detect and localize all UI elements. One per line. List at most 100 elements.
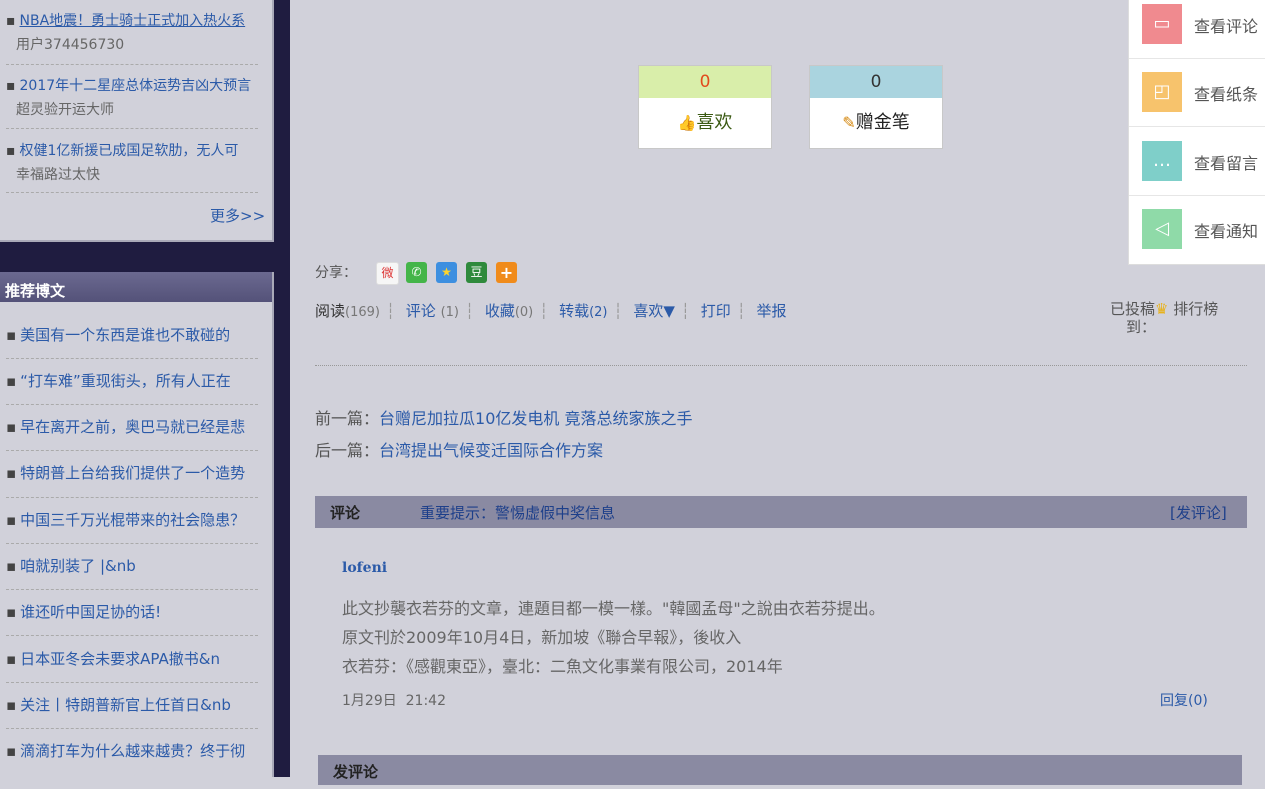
recommended-item[interactable]: ▪ 美国有一个东西是谁也不敢碰的 <box>6 324 260 345</box>
comment-section-title: 评论 <box>330 504 361 522</box>
news-title[interactable]: 2017年十二星座总体运势吉凶大预言 <box>20 78 252 94</box>
recommended-item-title[interactable]: 美国有一个东西是谁也不敢碰的 <box>20 326 230 344</box>
thumbs-up-icon: 👍 <box>677 114 697 132</box>
view-notifications-button[interactable]: ◁ 查看通知 <box>1142 209 1265 249</box>
like-vote-box[interactable]: 0 👍喜欢 <box>638 65 772 149</box>
recommended-item-title[interactable]: 谁还听中国足协的话! <box>20 603 161 621</box>
note-icon: ◰ <box>1142 72 1182 112</box>
news-item[interactable]: ▪ 权健1亿新援已成国足软肋，无人可 幸福路过太快 <box>6 140 262 184</box>
news-title[interactable]: 权健1亿新援已成国足软肋，无人可 <box>20 143 239 159</box>
prev-next-nav: 前一篇：台赠尼加拉瓜10亿发电机 竟落总统家族之手 后一篇：台湾提出气候变迁国际… <box>315 403 692 467</box>
left-sidebar: ▪ NBA地震！勇士骑士正式加入热火系 用户374456730 ▪ 2017年十二星… <box>0 0 290 777</box>
wechat-icon[interactable]: ✆ <box>406 262 427 283</box>
divider <box>1129 58 1265 59</box>
view-messages-label: 查看留言 <box>1194 154 1259 173</box>
comment-item: lofeni 此文抄襲衣若芬的文章，連題目都一模一樣。"韓國孟母"之說由衣若芬提… <box>342 560 1222 681</box>
share-label: 分享： <box>315 265 357 281</box>
like-dropdown[interactable]: 喜欢▼ <box>633 300 675 321</box>
favorite-link[interactable]: 收藏(0) <box>485 300 533 321</box>
divider <box>6 358 258 359</box>
divider <box>6 728 258 729</box>
news-title[interactable]: NBA地震！勇士骑士正式加入热火系 <box>20 13 246 29</box>
like-count: 0 <box>639 66 771 98</box>
pen-label: 赠金笔 <box>855 112 910 133</box>
recommended-item-title[interactable]: 咱就别装了 |&nb <box>20 557 136 575</box>
next-article-link[interactable]: 台湾提出气候变迁国际合作方案 <box>379 441 603 460</box>
rank-prefix: 已投稿 <box>1110 300 1156 318</box>
view-notes-button[interactable]: ◰ 查看纸条 <box>1142 72 1265 112</box>
divider <box>1129 126 1265 127</box>
news-box: ▪ NBA地震！勇士骑士正式加入热火系 用户374456730 ▪ 2017年十二星… <box>0 0 274 242</box>
rank-suffix[interactable]: 排行榜 <box>1173 300 1218 318</box>
douban-icon[interactable]: 豆 <box>466 262 487 283</box>
notice-link[interactable]: 重要提示：警惕虚假中奖信息 <box>420 496 615 530</box>
like-label: 喜欢 <box>696 112 733 133</box>
pen-count: 0 <box>810 66 942 98</box>
divider <box>6 192 258 193</box>
view-notifications-label: 查看通知 <box>1194 222 1259 241</box>
repost-link[interactable]: 转载(2) <box>559 300 607 321</box>
comment-author[interactable]: lofeni <box>342 560 1222 576</box>
gift-pen-button[interactable]: ✎赠金笔 <box>810 98 942 148</box>
recommended-heading: 推荐博文 <box>0 272 272 302</box>
recommended-item-title[interactable]: 滴滴打车为什么越来越贵？终于彻 <box>20 742 245 760</box>
print-link[interactable]: 打印 <box>701 300 731 321</box>
rank-to: 到： <box>1126 318 1157 336</box>
notification-icon: ◁ <box>1142 209 1182 249</box>
recommended-item[interactable]: ▪ 关注丨特朗普新官上任首日&nb <box>6 694 260 715</box>
recommended-item[interactable]: ▪ 特朗普上台给我们提供了一个造势 <box>6 462 260 483</box>
recommended-item-title[interactable]: 日本亚冬会未要求APA撤书&n <box>20 650 220 668</box>
divider <box>6 64 258 65</box>
recommended-item-title[interactable]: 关注丨特朗普新官上任首日&nb <box>20 696 231 714</box>
view-messages-button[interactable]: … 查看留言 <box>1142 141 1265 181</box>
recommended-item[interactable]: ▪ 咱就别装了 |&nb <box>6 555 260 576</box>
more-share-icon[interactable]: + <box>496 262 517 283</box>
next-label: 后一篇： <box>315 441 380 460</box>
prev-article-link[interactable]: 台赠尼加拉瓜10亿发电机 竟落总统家族之手 <box>379 409 692 428</box>
news-user[interactable]: 用户374456730 <box>6 34 262 54</box>
like-button[interactable]: 👍喜欢 <box>639 98 771 148</box>
recommended-item[interactable]: ▪ “打车难”重现街头，所有人正在 <box>6 370 260 391</box>
divider <box>6 450 258 451</box>
divider <box>315 365 1247 366</box>
crown-icon: ♛ <box>1155 300 1169 318</box>
article-toolbar: 阅读(169) ┆ 评论 (1) ┆ 收藏(0) ┆ 转载(2) ┆ 喜欢▼ ┆ 打印 ┆ … <box>315 300 787 321</box>
prev-label: 前一篇： <box>315 409 380 428</box>
recommended-item-title[interactable]: 早在离开之前，奥巴马就已经是悲 <box>20 418 245 436</box>
recommended-item-title[interactable]: 中国三千万光棍带来的社会隐患？ <box>20 511 245 529</box>
recommended-item[interactable]: ▪ 滴滴打车为什么越来越贵？终于彻 <box>6 740 260 761</box>
recommended-box: 推荐博文 ▪ 美国有一个东西是谁也不敢碰的 ▪ “打车难”重现街头，所有人正在 ▪ 早… <box>0 272 274 777</box>
news-item[interactable]: ▪ 2017年十二星座总体运势吉凶大预言 超灵验开运大师 <box>6 75 262 119</box>
pen-icon: ✎ <box>842 113 856 132</box>
recommended-item-title[interactable]: “打车难”重现街头，所有人正在 <box>20 372 231 390</box>
view-comments-label: 查看评论 <box>1194 17 1259 36</box>
recommended-item[interactable]: ▪ 早在离开之前，奥巴马就已经是悲 <box>6 416 260 437</box>
pen-vote-box[interactable]: 0 ✎赠金笔 <box>809 65 943 149</box>
qzone-icon[interactable]: ★ <box>436 262 457 283</box>
ranking-link[interactable]: 已投稿♛ 排行榜 到： <box>1110 300 1240 336</box>
comment-text-line: 此文抄襲衣若芬的文章，連題目都一模一樣。"韓國孟母"之說由衣若芬提出。 <box>342 599 885 618</box>
recommended-heading-text: 推荐博文 <box>5 282 66 300</box>
divider <box>6 543 258 544</box>
recommended-item-title[interactable]: 特朗普上台给我们提供了一个造势 <box>20 464 245 482</box>
reply-link[interactable]: 回复(0) <box>1160 690 1208 710</box>
weibo-icon[interactable]: 微 <box>376 262 399 285</box>
news-item[interactable]: ▪ NBA地震！勇士骑士正式加入热火系 用户374456730 <box>6 10 262 54</box>
post-comment-header: 发评论 <box>318 755 1242 785</box>
divider <box>6 404 258 405</box>
post-comment-link[interactable]: [发评论] <box>1170 496 1227 530</box>
comment-icon: ▭ <box>1142 4 1182 44</box>
view-comments-button[interactable]: ▭ 查看评论 <box>1142 4 1265 44</box>
view-notes-label: 查看纸条 <box>1194 85 1259 104</box>
post-comment-title: 发评论 <box>333 763 379 781</box>
message-icon: … <box>1142 141 1182 181</box>
more-link[interactable]: 更多>> <box>210 205 265 226</box>
news-user[interactable]: 幸福路过太快 <box>6 164 262 184</box>
recommended-item[interactable]: ▪ 谁还听中国足协的话! <box>6 601 260 622</box>
news-user[interactable]: 超灵验开运大师 <box>6 99 262 119</box>
report-link[interactable]: 举报 <box>757 300 787 321</box>
recommended-item[interactable]: ▪ 日本亚冬会未要求APA撤书&n <box>6 648 260 669</box>
comment-timestamp: 1月29日 21:42 <box>342 693 446 709</box>
comment-link[interactable]: 评论 (1) <box>406 300 459 321</box>
recommended-item[interactable]: ▪ 中国三千万光棍带来的社会隐患？ <box>6 509 260 530</box>
